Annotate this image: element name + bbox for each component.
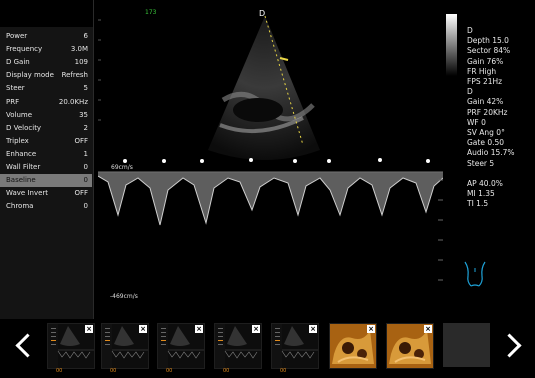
param-value: OFF [74,189,88,198]
panel-separator [93,0,94,319]
thumbnail-tag: 00 [280,368,287,374]
param-row-power[interactable]: Power 6 [6,30,92,43]
close-icon[interactable]: × [85,325,93,333]
velocity-top-label: 69cm/s [111,164,133,171]
param-value: OFF [74,136,88,145]
thumbnail-3[interactable]: × 00 [157,323,205,374]
param-value: 1 [83,149,88,158]
param-row-volume[interactable]: Volume 35 [6,109,92,122]
param-row-wave-invert[interactable]: Wave Invert OFF [6,187,92,200]
thumbnail-tag: 00 [166,368,173,374]
param-value: 35 [79,110,88,119]
param-label: Display mode [6,71,54,80]
param-row-steer[interactable]: Steer 5 [6,82,92,95]
frame-counter: 173 [145,9,157,16]
thumbnail-tag: 00 [56,368,63,374]
info-line: D [467,26,473,35]
chevron-left-icon [14,332,40,358]
parameter-panel: Power 6 Frequency 3.0M D Gain 109 Display mode… [0,27,93,319]
param-label: Frequency [6,45,43,54]
close-icon[interactable]: × [195,325,203,333]
thumbnail-7[interactable]: × [386,323,434,369]
param-label: Volume [6,110,33,119]
close-icon[interactable]: × [139,325,147,333]
param-label: Power [6,32,28,40]
param-row-baseline[interactable]: Baseline 0 [0,174,92,188]
thumbnail-2[interactable]: × 00 [101,323,149,374]
info-line: Steer 5 [467,158,495,168]
param-label: Chroma [6,202,34,211]
ultrasound-image [97,15,444,300]
info-line [467,169,533,179]
param-label: D Gain [6,58,30,67]
info-line: Sector 84% [467,46,511,56]
thumbnail-tag: 00 [223,368,230,374]
chevron-right-icon [496,332,522,358]
thumbnail-6[interactable]: × [329,323,377,369]
close-icon[interactable]: × [424,325,432,333]
param-row-triplex[interactable]: Triplex OFF [6,135,92,148]
info-line: Gain 76% [467,56,504,66]
grayscale-bar [446,14,457,76]
info-line: WF 0 [467,117,486,127]
param-row-prf[interactable]: PRF 20.0KHz [6,96,92,109]
param-value: 0 [83,163,88,171]
ultrasound-display [97,0,444,319]
thumbnail-5[interactable]: × 00 [271,323,319,374]
param-value: Refresh [61,71,88,80]
info-line: D [467,87,473,97]
next-thumbnail-button[interactable] [496,332,522,358]
param-label: PRF [6,97,20,106]
param-row-wall-filter[interactable]: Wall Filter 0 [6,161,92,174]
info-line: AP 40.0% [467,179,503,189]
param-label: Triplex [6,136,29,145]
info-line: Audio 15.7% [467,148,515,158]
param-row-chroma[interactable]: Chroma 0 [6,200,92,213]
param-value: 20.0KHz [58,97,88,106]
param-value: 0 [83,202,88,211]
param-row-display-mode[interactable]: Display mode Refresh [6,69,92,82]
param-label: Enhance [6,149,37,158]
thumbnail-4[interactable]: × 00 [214,323,262,374]
thumbnail-1[interactable]: × 00 [47,323,95,374]
info-line: PRF 20KHz [467,107,508,117]
info-line: Depth 15.0 [467,36,509,46]
param-value: 6 [83,32,88,40]
param-label: Steer [6,84,25,93]
empty-thumbnail-slot [443,323,490,367]
param-label: Wall Filter [6,163,41,171]
thumbnail-tag: 00 [110,368,117,374]
info-line: FPS 21Hz [467,77,503,87]
info-line: SV Ang 0° [467,128,505,138]
param-value: 0 [83,176,88,185]
param-label: D Velocity [6,123,42,132]
param-value: 2 [83,123,88,132]
info-line: Gate 0.50 [467,138,505,148]
imaging-info-panel: D Depth 15.0 Sector 84% Gain 76% FR High FPS … [467,26,533,210]
info-line: TI 1.5 [467,199,489,209]
param-label: Wave Invert [6,189,49,198]
body-marker-icon[interactable] [459,258,491,288]
info-line: Gain 42% [467,97,504,107]
prev-thumbnail-button[interactable] [14,332,40,358]
param-value: 5 [83,84,88,93]
param-row-frequency[interactable]: Frequency 3.0M [6,43,92,56]
param-row-d-velocity[interactable]: D Velocity 2 [6,122,92,135]
bmode-sector [208,16,320,160]
param-value: 3.0M [70,45,88,54]
info-line: FR High [467,66,497,76]
info-line: MI 1.35 [467,189,495,199]
param-value: 109 [74,58,88,67]
close-icon[interactable]: × [252,325,260,333]
velocity-bottom-label: -469cm/s [110,293,138,300]
probe-orientation-marker: D [259,9,266,18]
close-icon[interactable]: × [309,325,317,333]
param-row-d-gain[interactable]: D Gain 109 [6,56,92,69]
param-row-enhance[interactable]: Enhance 1 [6,148,92,161]
param-label: Baseline [6,176,36,185]
close-icon[interactable]: × [367,325,375,333]
